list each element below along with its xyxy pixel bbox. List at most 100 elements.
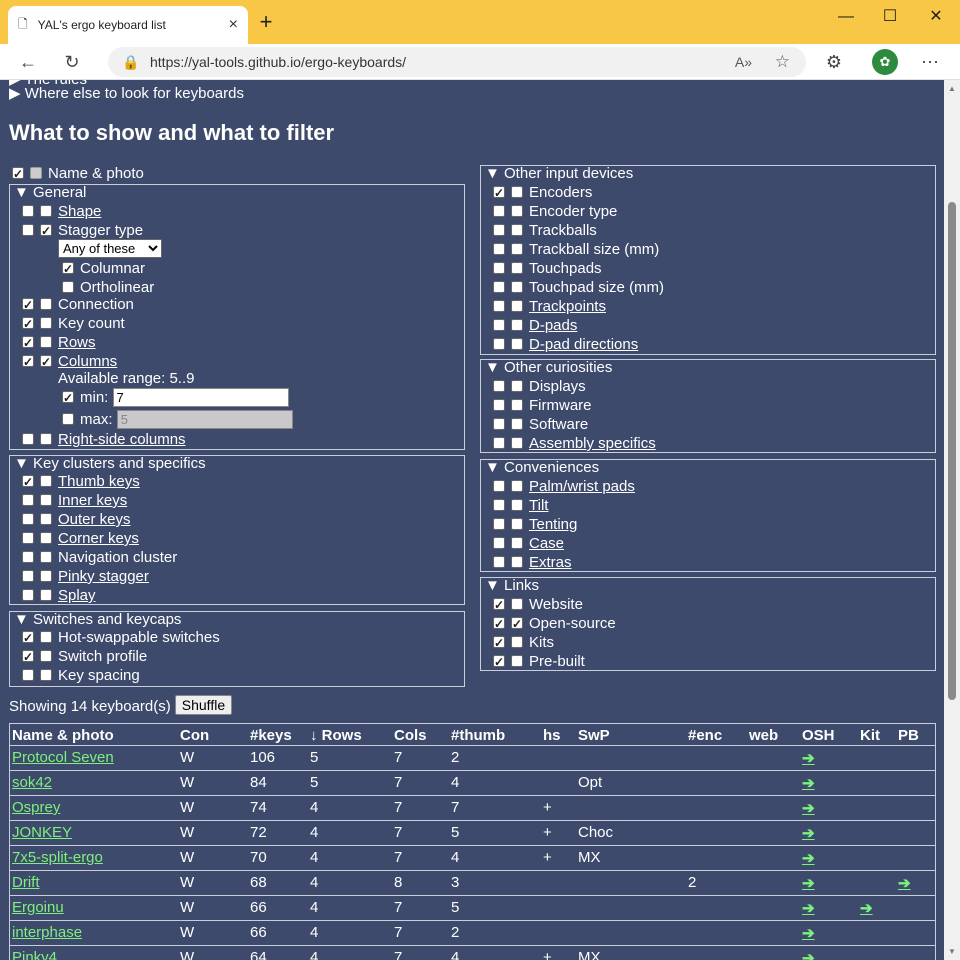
column-header[interactable]: OSH [802, 727, 835, 744]
show-checkbox[interactable] [493, 243, 505, 255]
filter-checkbox[interactable] [511, 537, 523, 549]
filter-checkbox[interactable] [40, 669, 52, 681]
filter-checkbox[interactable] [40, 336, 52, 348]
scroll-down-icon[interactable]: ▼ [948, 947, 956, 956]
filter-checkbox[interactable] [40, 650, 52, 662]
scroll-up-icon[interactable]: ▲ [948, 84, 956, 93]
filter-checkbox[interactable] [40, 353, 52, 372]
column-header[interactable]: #thumb [451, 727, 505, 744]
filter-checkbox[interactable] [511, 224, 523, 236]
inner-keys-link[interactable]: Inner keys [58, 492, 127, 509]
filter-checkbox[interactable] [511, 418, 523, 430]
arrow-link-icon[interactable]: ➔ [802, 824, 815, 842]
show-checkbox[interactable] [22, 315, 34, 334]
show-checkbox[interactable] [22, 551, 34, 563]
extensions-icon[interactable]: ⚙ [820, 48, 848, 76]
dpad-directions-link[interactable]: D-pad directions [529, 336, 638, 353]
show-checkbox[interactable] [493, 399, 505, 411]
thumb-keys-link[interactable]: Thumb keys [58, 473, 140, 490]
arrow-link-icon[interactable]: ➔ [802, 924, 815, 942]
show-checkbox[interactable] [22, 669, 34, 681]
show-checkbox[interactable] [22, 433, 34, 445]
filter-checkbox[interactable] [30, 167, 42, 179]
column-header[interactable]: web [749, 727, 778, 744]
trackpoints-link[interactable]: Trackpoints [529, 298, 606, 315]
show-checkbox[interactable] [22, 570, 34, 582]
filter-checkbox[interactable] [40, 570, 52, 582]
min-input[interactable]: 7 [112, 388, 289, 407]
filter-checkbox[interactable] [511, 262, 523, 274]
filter-checkbox[interactable] [511, 655, 523, 667]
filter-checkbox[interactable] [40, 589, 52, 601]
show-checkbox[interactable] [493, 537, 505, 549]
show-checkbox[interactable] [22, 589, 34, 601]
filter-checkbox[interactable] [511, 636, 523, 648]
filter-checkbox[interactable] [511, 480, 523, 492]
show-checkbox[interactable] [493, 480, 505, 492]
close-window-icon[interactable]: ✕ [916, 6, 956, 28]
legend-key-clusters[interactable]: ▼ Key clusters and specifics [14, 455, 206, 472]
columnar-checkbox[interactable] [62, 260, 74, 279]
show-checkbox[interactable] [493, 319, 505, 331]
palm-link[interactable]: Palm/wrist pads [529, 478, 635, 495]
keyboard-name-link[interactable]: Osprey [12, 799, 60, 816]
show-checkbox[interactable] [22, 629, 34, 648]
show-checkbox[interactable] [493, 300, 505, 312]
show-checkbox[interactable] [22, 513, 34, 525]
arrow-link-icon[interactable]: ➔ [802, 774, 815, 792]
scroll-thumb[interactable] [948, 202, 956, 700]
filter-checkbox[interactable] [511, 338, 523, 350]
column-header[interactable]: ↓ Rows [310, 727, 362, 744]
column-header[interactable]: hs [543, 727, 561, 744]
column-header[interactable]: Con [180, 727, 209, 744]
filter-checkbox[interactable] [40, 298, 52, 310]
legend-conveniences[interactable]: ▼ Conveniences [485, 459, 599, 476]
filter-checkbox[interactable] [511, 437, 523, 449]
keyboard-name-link[interactable]: 7x5-split-ergo [12, 849, 103, 866]
arrow-link-icon[interactable]: ➔ [802, 949, 815, 960]
keyboard-name-link[interactable]: Drift [12, 874, 40, 891]
details-where-else[interactable]: ▶ Where else to look for keyboards [9, 84, 244, 102]
case-link[interactable]: Case [529, 535, 564, 552]
show-checkbox[interactable] [22, 532, 34, 544]
filter-checkbox[interactable] [511, 319, 523, 331]
keyboard-name-link[interactable]: Ergoinu [12, 899, 64, 916]
minimize-icon[interactable]: — [826, 6, 866, 28]
filter-checkbox[interactable] [40, 532, 52, 544]
column-header[interactable]: Cols [394, 727, 427, 744]
right-side-columns-link[interactable]: Right-side columns [58, 431, 186, 448]
filter-checkbox[interactable] [511, 281, 523, 293]
shape-link[interactable]: Shape [58, 203, 101, 220]
columns-link[interactable]: Columns [58, 353, 117, 370]
show-checkbox[interactable] [493, 281, 505, 293]
filter-checkbox[interactable] [40, 433, 52, 445]
close-tab-icon[interactable]: × [229, 16, 238, 34]
tenting-link[interactable]: Tenting [529, 516, 577, 533]
refresh-icon[interactable]: ↻ [58, 48, 86, 76]
filter-checkbox[interactable] [511, 300, 523, 312]
show-checkbox[interactable] [493, 205, 505, 217]
filter-checkbox[interactable] [40, 475, 52, 487]
show-checkbox[interactable] [493, 184, 505, 203]
show-checkbox[interactable] [493, 653, 505, 672]
show-checkbox[interactable] [493, 380, 505, 392]
assembly-link[interactable]: Assembly specifics [529, 435, 656, 452]
show-checkbox[interactable] [493, 596, 505, 615]
keyboard-name-link[interactable]: Pinky4 [12, 949, 57, 960]
read-aloud-icon[interactable]: A» [735, 54, 752, 70]
pinky-stagger-link[interactable]: Pinky stagger [58, 568, 149, 585]
filter-checkbox[interactable] [40, 513, 52, 525]
maximize-icon[interactable]: ☐ [870, 6, 910, 28]
stagger-select[interactable]: Any of these [58, 239, 162, 258]
back-icon[interactable]: ← [14, 48, 42, 76]
max-checkbox[interactable] [62, 413, 74, 425]
filter-checkbox[interactable] [40, 317, 52, 329]
rows-link[interactable]: Rows [58, 334, 96, 351]
tilt-link[interactable]: Tilt [529, 497, 548, 514]
show-checkbox[interactable] [493, 615, 505, 634]
show-checkbox[interactable] [12, 165, 24, 184]
favorite-star-icon[interactable]: ☆ [775, 52, 790, 72]
shuffle-button[interactable]: Shuffle [174, 695, 233, 715]
keyboard-name-link[interactable]: sok42 [12, 774, 52, 791]
arrow-link-icon[interactable]: ➔ [802, 874, 815, 892]
